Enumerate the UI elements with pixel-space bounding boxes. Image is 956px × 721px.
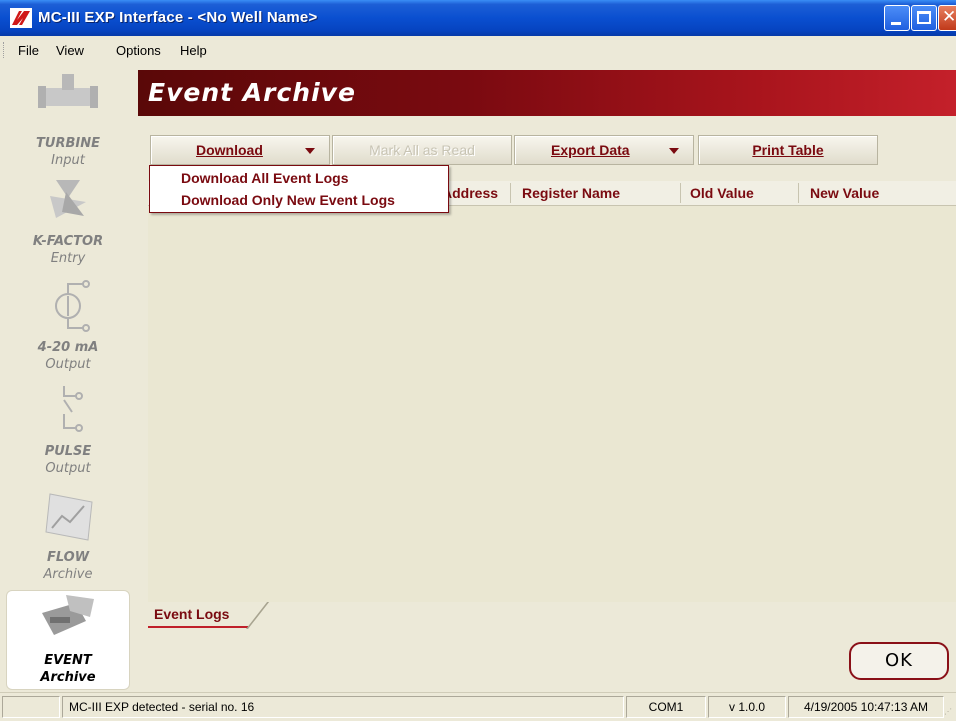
ok-button[interactable]: OK [849,642,949,680]
sidebar-item-label: PULSE [44,444,92,459]
sidebar-item-4-20ma[interactable]: 4-20 mA Output [6,278,130,376]
status-cell-empty [2,696,60,718]
close-button[interactable]: ✕ [938,5,956,31]
k-factor-icon [50,180,86,218]
sidebar-item-label: EVENT [44,653,92,668]
app-logo-icon [10,8,32,28]
sidebar-item-sublabel: Archive [40,670,96,685]
menu-grip [3,42,6,58]
analog-output-icon [55,280,90,332]
download-button[interactable]: Download [150,135,330,165]
mark-all-read-button[interactable]: Mark All as Read [332,135,512,165]
menu-bar: File View Options Help [0,36,956,64]
download-dropdown-menu: Download All Event Logs Download Only Ne… [149,165,449,213]
download-label: Download [196,142,263,158]
status-message: MC-III EXP detected - serial no. 16 [62,696,624,718]
print-table-button[interactable]: Print Table [698,135,878,165]
status-bar: MC-III EXP detected - serial no. 16 COM1… [0,692,956,721]
column-divider[interactable] [680,183,681,203]
sidebar-item-sublabel: Entry [50,251,86,266]
sidebar-item-pulse[interactable]: PULSE Output [6,382,130,480]
chevron-down-icon [305,148,315,154]
sidebar-item-label: FLOW [46,550,90,565]
menu-options[interactable]: Options [116,43,161,58]
title-bar[interactable]: MC-III EXP Interface - <No Well Name> ✕ [0,0,956,36]
window-title: MC-III EXP Interface - <No Well Name> [38,9,318,26]
tab-active-indicator [148,626,248,628]
status-datetime: 4/19/2005 10:47:13 AM [788,696,944,718]
column-header-address[interactable]: Address [442,185,498,201]
event-log-table[interactable]: Address Register Name Old Value New Valu… [148,181,956,602]
sidebar-item-sublabel: Input [51,153,85,168]
minimize-button[interactable] [884,5,910,31]
minimize-icon [891,22,901,25]
sidebar-item-label: 4-20 mA [37,340,99,355]
menu-file[interactable]: File [18,43,39,58]
menu-view[interactable]: View [56,43,84,58]
export-data-button[interactable]: Export Data [514,135,694,165]
close-icon: ✕ [942,7,956,27]
sidebar-item-turbine[interactable]: TURBINE Input [6,74,130,168]
mark-all-read-label: Mark All as Read [369,142,475,158]
menu-item-download-all[interactable]: Download All Event Logs [181,170,349,186]
sidebar-item-label: TURBINE [36,136,100,151]
sidebar-item-flow-archive[interactable]: FLOW Archive [6,488,130,586]
maximize-button[interactable] [911,5,937,31]
print-table-label: Print Table [752,142,824,158]
tab-event-logs[interactable]: Event Logs [148,602,270,629]
status-port: COM1 [626,696,706,718]
sidebar: TURBINE Input K-FACTOR Entry 4-20 mA Out… [0,64,138,692]
sidebar-item-k-factor[interactable]: K-FACTOR Entry [6,172,130,270]
column-header-register-name[interactable]: Register Name [522,185,620,201]
turbine-icon [38,74,98,108]
sidebar-item-label: K-FACTOR [32,234,104,249]
menu-help[interactable]: Help [180,43,207,58]
pulse-output-icon [63,386,83,432]
page-title: Event Archive [148,78,356,107]
flow-archive-icon [45,493,93,541]
column-header-new-value[interactable]: New Value [810,185,879,201]
export-data-label: Export Data [551,142,630,158]
chevron-down-icon [669,148,679,154]
column-divider[interactable] [798,183,799,203]
sidebar-item-event-archive[interactable]: EVENT Archive [6,590,130,690]
page-header: Event Archive [138,70,956,116]
tab-label: Event Logs [154,606,230,622]
column-divider[interactable] [510,183,511,203]
resize-grip-icon[interactable]: ⋰ [944,707,954,717]
sidebar-item-sublabel: Output [45,461,91,476]
menu-item-download-new[interactable]: Download Only New Event Logs [181,192,395,208]
maximize-icon [917,11,931,24]
event-archive-icon [42,595,94,635]
status-version: v 1.0.0 [708,696,786,718]
sidebar-item-sublabel: Output [45,357,91,372]
app-window: MC-III EXP Interface - <No Well Name> ✕ … [0,0,956,721]
column-header-old-value[interactable]: Old Value [690,185,754,201]
tab-edge [246,602,270,629]
sidebar-item-sublabel: Archive [43,567,93,582]
